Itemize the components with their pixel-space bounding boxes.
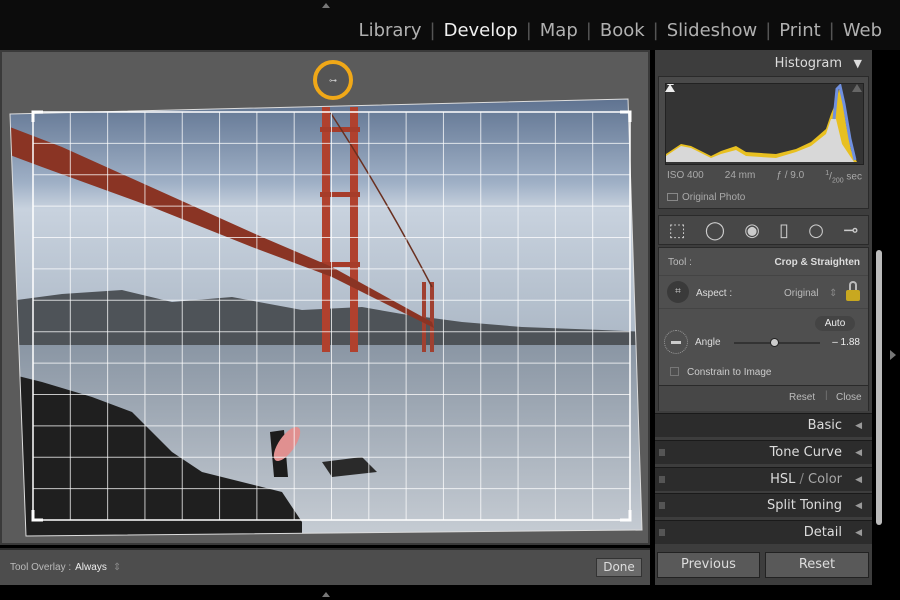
module-web[interactable]: Web — [835, 20, 890, 41]
crop-panel: Tool : Crop & Straighten ⌗ Aspect : Orig… — [658, 247, 869, 411]
reset-button[interactable]: Reset — [765, 552, 869, 578]
highlight-clipping-icon[interactable] — [852, 84, 862, 92]
module-develop[interactable]: Develop — [436, 20, 526, 41]
iso: ISO 400 — [667, 170, 704, 181]
lock-icon[interactable] — [846, 290, 860, 301]
expand-triangle-icon: ◀ — [855, 448, 862, 458]
crop-close-button[interactable]: Close — [836, 392, 862, 403]
expand-triangle-icon: ◀ — [855, 501, 862, 511]
angle-slider[interactable] — [734, 338, 820, 347]
tool-overlay-label: Tool Overlay : — [10, 562, 72, 573]
angle-label: Angle — [695, 337, 721, 348]
collapse-bottom-icon[interactable] — [322, 592, 330, 597]
focal-length: 24 mm — [724, 170, 756, 181]
tool-name: Crop & Straighten — [774, 257, 860, 268]
panel-switch-icon[interactable] — [659, 529, 665, 536]
panel-switch-icon[interactable] — [659, 502, 665, 509]
straighten-tool-icon[interactable]: ▬ — [664, 330, 688, 354]
constrain-checkbox[interactable] — [670, 367, 679, 376]
module-map[interactable]: Map — [532, 20, 586, 41]
constrain-label: Constrain to Image — [687, 367, 772, 378]
histogram-title: Histogram — [774, 56, 842, 71]
tool-label: Tool : — [668, 257, 692, 268]
module-slideshow[interactable]: Slideshow — [659, 20, 765, 41]
aperture: ƒ / 9.0 — [776, 170, 805, 181]
original-photo-toggle[interactable]: Original Photo — [667, 192, 745, 203]
top-bar: Library | Develop | Map | Book | Slideshow | Print… — [0, 0, 900, 50]
panel-title: Tone Curve — [769, 445, 842, 460]
histogram-graph — [665, 83, 864, 165]
module-print[interactable]: Print — [771, 20, 828, 41]
tool-overlay-select[interactable]: Always — [75, 562, 107, 573]
histogram-header[interactable]: Histogram ▼ — [655, 52, 872, 76]
graduated-filter-icon[interactable]: ▯ — [779, 220, 789, 241]
image-canvas[interactable]: ⊶ — [0, 50, 650, 545]
previous-button[interactable]: Previous — [657, 552, 760, 578]
auto-straighten-button[interactable]: Auto — [815, 316, 855, 331]
aspect-label: Aspect : — [696, 288, 733, 299]
spot-removal-icon[interactable]: ◯ — [705, 220, 725, 241]
photo — [10, 99, 642, 536]
module-picker: Library | Develop | Map | Book | Slideshow | Print… — [351, 20, 890, 41]
panel-detail[interactable]: Detail ◀ — [655, 520, 872, 544]
panel-switch-icon[interactable] — [659, 476, 665, 483]
module-library[interactable]: Library — [351, 20, 430, 41]
panel-basic[interactable]: Basic ◀ — [655, 413, 872, 437]
shadow-clipping-icon[interactable] — [665, 84, 675, 92]
aspect-select[interactable]: Original — [784, 288, 818, 299]
expand-triangle-icon: ◀ — [855, 421, 862, 431]
checkbox-icon — [667, 193, 678, 201]
exif-info: ISO 400 24 mm ƒ / 9.0 1/200 sec — [667, 170, 862, 184]
collapse-top-icon[interactable] — [322, 3, 330, 8]
panel-switch-icon[interactable] — [659, 449, 665, 456]
red-eye-icon[interactable]: ◉ — [744, 220, 760, 241]
angle-value[interactable]: – 1.88 — [832, 337, 860, 348]
histogram-panel: ISO 400 24 mm ƒ / 9.0 1/200 sec Original P… — [658, 76, 869, 209]
expand-triangle-icon: ◀ — [855, 475, 862, 485]
angle-slider-thumb[interactable] — [770, 338, 780, 347]
panel-title: Basic — [807, 418, 842, 433]
select-arrows-icon: ⇕ — [112, 562, 122, 573]
panel-split-toning[interactable]: Split Toning ◀ — [655, 493, 872, 517]
rotate-icon: ⊶ — [329, 76, 337, 85]
expand-triangle-icon: ◀ — [855, 528, 862, 538]
panel-scrollbar[interactable] — [876, 250, 882, 525]
photo-with-crop-overlay[interactable]: ⊶ — [2, 52, 648, 543]
collapse-triangle-icon: ▼ — [853, 57, 862, 70]
crop-overlay-icon[interactable]: ⬚ — [669, 220, 686, 241]
right-panel: Histogram ▼ ISO 400 24 mm ƒ / 9.0 1/200 sec… — [655, 50, 872, 585]
panel-title: Detail — [803, 525, 842, 540]
toolbar: Tool Overlay : Always ⇕ Done — [0, 548, 650, 585]
panel-hsl-color[interactable]: HSL / Color ◀ — [655, 467, 872, 491]
shutter-speed: 1/200 sec — [825, 170, 862, 185]
tool-strip: ⬚ ◯ ◉ ▯ ○ ⊸ — [658, 215, 869, 245]
crop-reset-button[interactable]: Reset — [789, 392, 815, 403]
adjustment-brush-icon[interactable]: ⊸ — [843, 220, 858, 241]
panel-title: Split Toning — [767, 498, 842, 513]
radial-filter-icon[interactable]: ○ — [808, 220, 824, 241]
panel-title: HSL / Color — [770, 472, 842, 487]
expand-right-icon[interactable] — [890, 350, 896, 360]
crop-aspect-icon[interactable]: ⌗ — [667, 281, 689, 303]
done-button[interactable]: Done — [596, 558, 642, 577]
module-book[interactable]: Book — [592, 20, 653, 41]
panel-tone-curve[interactable]: Tone Curve ◀ — [655, 440, 872, 464]
